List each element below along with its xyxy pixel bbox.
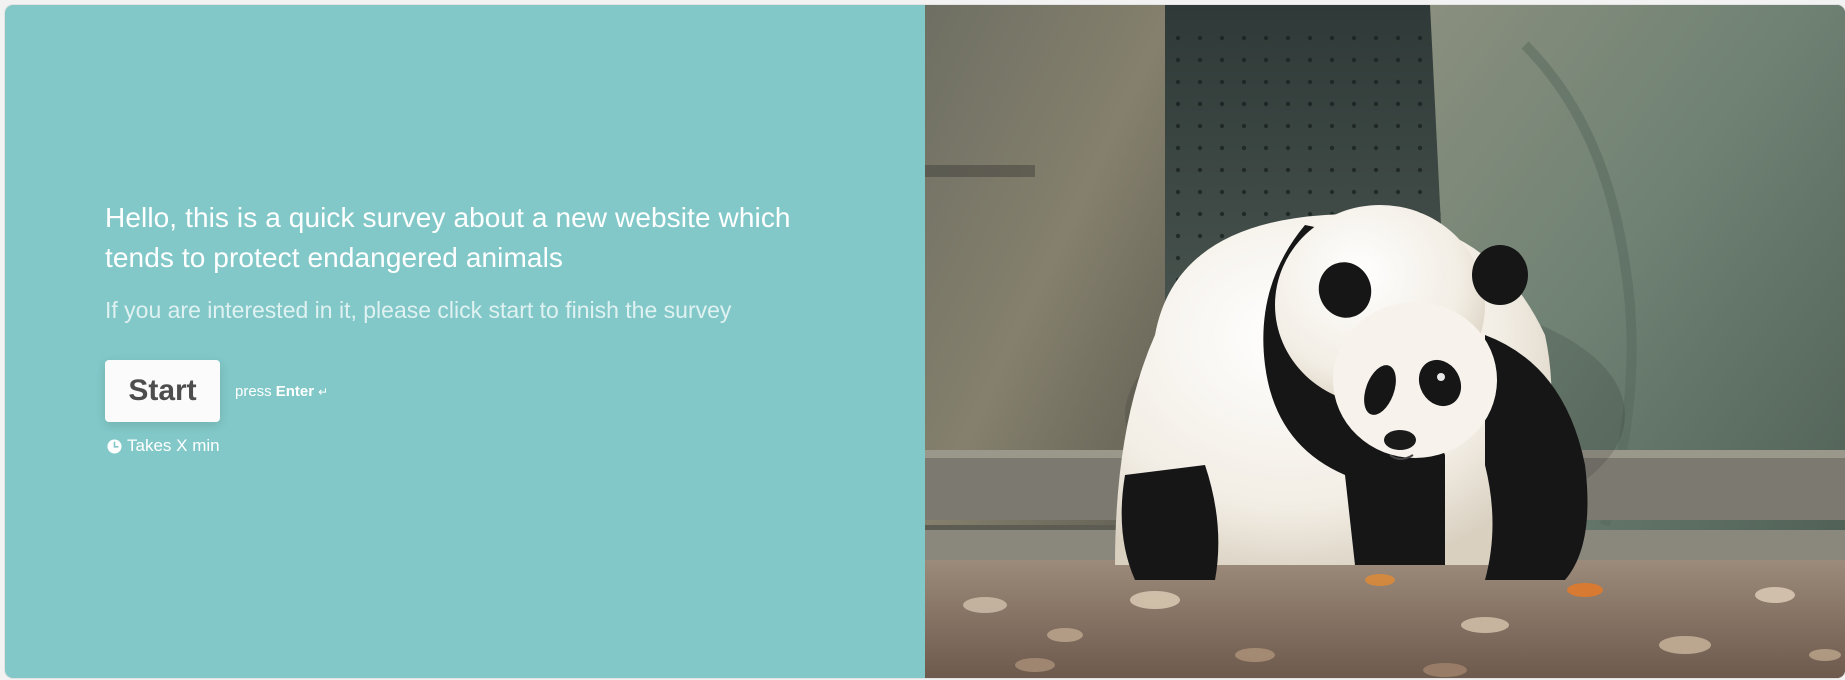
enter-key-label: Enter (275, 382, 315, 400)
start-button[interactable]: Start (105, 360, 220, 422)
enter-key-icon: ↵ (318, 384, 329, 399)
duration-info: Takes X min (105, 436, 865, 456)
welcome-panel: Hello, this is a quick survey about a ne… (5, 5, 925, 678)
survey-welcome-screen: Hello, this is a quick survey about a ne… (5, 5, 1845, 678)
start-actions: Start press Enter ↵ (105, 360, 865, 422)
hero-image (925, 5, 1845, 678)
welcome-subtitle: If you are interested in it, please clic… (105, 297, 732, 323)
welcome-title: Hello, this is a quick survey about a ne… (105, 202, 791, 273)
keyboard-hint: press Enter ↵ (235, 383, 328, 400)
welcome-content: Hello, this is a quick survey about a ne… (105, 198, 865, 456)
duration-label: Takes X min (127, 436, 220, 455)
clock-icon (107, 438, 122, 454)
press-label: press (235, 382, 272, 400)
panda-photo (925, 5, 1845, 678)
